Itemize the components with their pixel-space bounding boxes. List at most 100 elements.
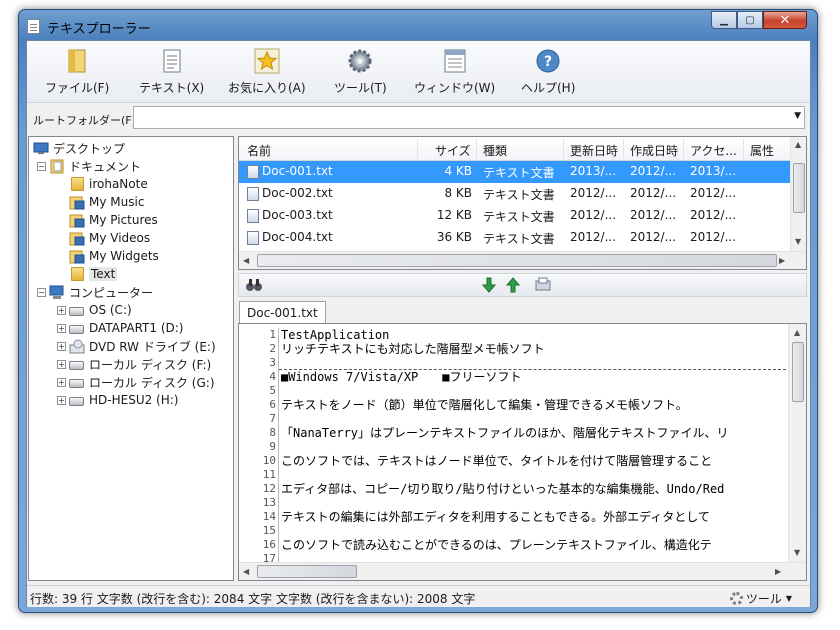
file-list[interactable]: 名前 サイズ 種類 更新日時 作成日時 アクセ... 属性 Doc-001.tx… (238, 136, 807, 270)
toolbar-tools-button[interactable]: ツール(T) (334, 47, 387, 96)
file-row[interactable]: Doc-003.txt 12 KB テキスト文書 2012/... 2012/.… (239, 205, 790, 227)
scrollbar-thumb[interactable] (257, 565, 357, 578)
binoculars-icon[interactable] (245, 277, 263, 296)
scroll-down-icon[interactable]: ▼ (794, 548, 800, 557)
file-list-horizontal-scrollbar[interactable]: ◀ ▶ (239, 251, 806, 269)
right-pane: 名前 サイズ 種類 更新日時 作成日時 アクセ... 属性 Doc-001.tx… (238, 136, 807, 581)
expand-icon[interactable]: + (57, 395, 66, 405)
expand-icon[interactable]: + (57, 323, 66, 333)
editor-text-area[interactable]: TestApplication リッチテキストにも対応した階層型メモ帳ソフト ■… (278, 328, 786, 566)
scroll-right-icon[interactable]: ▶ (779, 256, 785, 265)
collapse-icon[interactable]: − (37, 287, 46, 297)
tree-item-my-widgets[interactable]: My Widgets (69, 247, 159, 265)
tree-item-drive-g[interactable]: + ローカル ディスク (G:) (57, 373, 215, 391)
file-created: 2012/... (630, 164, 677, 178)
tree-item-drive-e[interactable]: + DVD RW ドライブ (E:) (57, 337, 216, 355)
text-line (279, 524, 786, 538)
text-line: このソフトで読み込むことができるのは、プレーンテキストファイル、構造化テ (281, 538, 712, 552)
tree-item-drive-h[interactable]: + HD-HESU2 (H:) (57, 391, 178, 409)
drive-icon (69, 375, 85, 390)
column-header-attributes[interactable]: 属性 (750, 142, 774, 159)
scrollbar-thumb[interactable] (792, 342, 804, 402)
scrollbar-thumb[interactable] (793, 163, 805, 213)
status-tools-button[interactable]: ツール ▼ (729, 590, 792, 607)
tree-item-text[interactable]: Text (69, 265, 118, 283)
text-line: ■Windows 7/Vista/XP ■フリーソフト (281, 370, 522, 384)
folder-tree[interactable]: デスクトップ − ドキュメント irohaNote My Music My Pi… (28, 136, 234, 581)
toolbar-text-button[interactable]: テキスト(X) (139, 47, 204, 96)
desktop-icon (33, 141, 49, 156)
scroll-right-icon[interactable]: ▶ (775, 567, 781, 576)
tree-item-desktop[interactable]: デスクトップ (33, 139, 125, 157)
column-header-size[interactable]: サイズ (435, 142, 471, 159)
expand-icon[interactable]: + (57, 359, 66, 369)
drive-icon (69, 321, 85, 336)
arrow-up-icon[interactable] (505, 276, 521, 297)
line-number: 16 (262, 538, 276, 551)
text-line: リッチテキストにも対応した階層型メモ帳ソフト (281, 342, 545, 356)
toolbar-favorites-button[interactable]: お気に入り(A) (228, 47, 306, 96)
tree-item-my-music[interactable]: My Music (69, 193, 144, 211)
scrollbar-thumb[interactable] (257, 254, 777, 267)
status-tools-label: ツール (745, 592, 782, 606)
text-line (279, 440, 786, 454)
scroll-down-icon[interactable]: ▼ (795, 237, 801, 246)
editor-horizontal-scrollbar[interactable]: ◀ ▶ (239, 562, 806, 580)
folder-icon (64, 47, 90, 75)
file-row[interactable]: Doc-001.txt 4 KB テキスト文書 2013/... 2012/..… (239, 161, 790, 183)
tree-label: HD-HESU2 (H:) (89, 393, 179, 407)
drive-icon (69, 357, 85, 372)
dvd-drive-icon (69, 339, 85, 354)
minimize-button[interactable]: ▁ (711, 11, 737, 29)
tree-item-drive-c[interactable]: + OS (C:) (57, 301, 132, 319)
print-preview-icon[interactable] (534, 277, 552, 296)
column-header-name[interactable]: 名前 (247, 142, 271, 159)
tree-label-computer: コンピューター (69, 285, 154, 300)
title-bar[interactable]: テキスプローラー ▁ ▢ ✕ (19, 10, 817, 40)
scroll-up-icon[interactable]: ▲ (795, 140, 801, 149)
column-header-accessed[interactable]: アクセ... (690, 142, 737, 159)
toolbar-help-button[interactable]: ? ヘルプ(H) (521, 47, 575, 96)
arrow-down-icon[interactable] (481, 276, 497, 297)
tree-item-irohanote[interactable]: irohaNote (69, 175, 148, 193)
expand-icon[interactable]: + (57, 377, 66, 387)
file-row[interactable]: Doc-004.txt 36 KB テキスト文書 2012/... 2012/.… (239, 227, 790, 249)
column-header-type[interactable]: 種類 (483, 142, 507, 159)
text-file-icon (247, 165, 259, 179)
close-button[interactable]: ✕ (763, 11, 807, 29)
chevron-down-icon[interactable]: ▼ (794, 111, 801, 121)
line-number: 1 (269, 328, 276, 341)
tree-item-computer[interactable]: − コンピューター (37, 283, 153, 301)
toolbar-file-button[interactable]: ファイル(F) (45, 47, 109, 96)
window-title: テキスプローラー (47, 22, 151, 37)
file-list-vertical-scrollbar[interactable]: ▲ ▼ (790, 137, 806, 251)
main-toolbar: ファイル(F) テキスト(X) お気に入り(A) ツール(T) ウィンドウ(W)… (27, 41, 810, 103)
tree-item-my-pictures[interactable]: My Pictures (69, 211, 158, 229)
editor-vertical-scrollbar[interactable]: ▲ ▼ (788, 324, 806, 562)
file-row[interactable]: Doc-002.txt 8 KB テキスト文書 2012/... 2012/..… (239, 183, 790, 205)
expand-icon[interactable]: + (57, 341, 66, 351)
column-header-created[interactable]: 作成日時 (630, 142, 678, 159)
tree-item-documents[interactable]: − ドキュメント (37, 157, 141, 175)
tree-item-drive-f[interactable]: + ローカル ディスク (F:) (57, 355, 211, 373)
line-number: 6 (269, 398, 276, 411)
toolbar-window-button[interactable]: ウィンドウ(W) (414, 47, 495, 96)
separator-line (279, 356, 786, 370)
toolbar-tools-label: ツール(T) (334, 81, 387, 95)
root-folder-combobox[interactable]: ▼ (133, 106, 805, 129)
file-modified: 2012/... (570, 230, 617, 244)
tree-item-my-videos[interactable]: My Videos (69, 229, 150, 247)
collapse-icon[interactable]: − (37, 161, 46, 171)
text-editor[interactable]: 1 2 3 4 5 6 7 8 9 10 11 12 13 14 15 16 1 (238, 323, 807, 581)
tab-doc-001[interactable]: Doc-001.txt (239, 301, 326, 324)
maximize-button[interactable]: ▢ (737, 11, 763, 29)
scroll-left-icon[interactable]: ◀ (243, 567, 249, 576)
tree-item-drive-d[interactable]: + DATAPART1 (D:) (57, 319, 183, 337)
text-line (279, 412, 786, 426)
expand-icon[interactable]: + (57, 305, 66, 315)
scroll-left-icon[interactable]: ◀ (243, 256, 249, 265)
root-folder-label: ルートフォルダー(F): (33, 114, 140, 127)
column-header-modified[interactable]: 更新日時 (570, 142, 618, 159)
scroll-up-icon[interactable]: ▲ (794, 328, 800, 337)
file-size: 4 KB (444, 164, 472, 178)
